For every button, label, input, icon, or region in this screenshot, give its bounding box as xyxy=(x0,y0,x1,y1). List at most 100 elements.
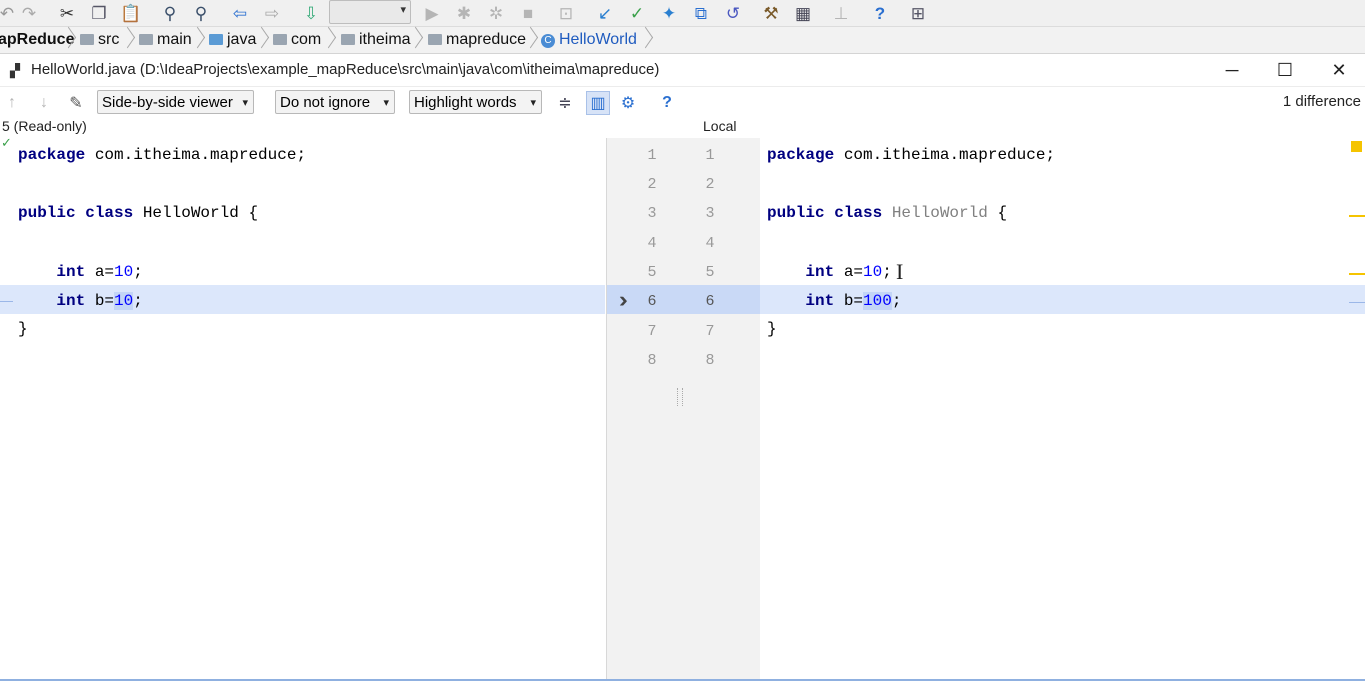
close-button[interactable]: ✕ xyxy=(1324,58,1354,82)
vcs-icon[interactable]: ⊡ xyxy=(555,2,577,24)
right-line-number: 7 xyxy=(705,323,715,340)
breadcrumb-separator xyxy=(641,27,651,53)
code-line: int a=10; xyxy=(805,263,892,281)
settings-gear-icon[interactable]: ⚙ xyxy=(618,93,638,113)
left-panel-title: 5 (Read-only) xyxy=(2,118,87,134)
maximize-button[interactable]: ☐ xyxy=(1270,58,1300,82)
code-line: public class HelloWorld { xyxy=(18,204,259,222)
code-line: package com.itheima.mapreduce; xyxy=(767,146,1056,164)
plugin-icon[interactable]: ⊞ xyxy=(907,2,929,24)
minimize-button[interactable]: ─ xyxy=(1217,58,1247,82)
chevron-down-icon: ▾ xyxy=(242,97,248,109)
breadcrumb-separator xyxy=(257,27,267,53)
right-line-number: 5 xyxy=(705,264,715,281)
code-line: package com.itheima.mapreduce; xyxy=(18,146,307,164)
project-structure-icon[interactable]: ▦ xyxy=(792,2,814,24)
chevron-down-icon: ▾ xyxy=(530,97,536,109)
diff-window-titlebar: ▞ HelloWorld.java (D:\IdeaProjects\examp… xyxy=(0,54,1365,87)
splitter-handle[interactable] xyxy=(677,388,683,406)
code-line: } xyxy=(18,320,28,338)
highlight-select[interactable]: Highlight words ▾ xyxy=(409,90,542,114)
breadcrumb-mapreduce[interactable]: mapreduce xyxy=(428,31,526,49)
scroll-marker[interactable] xyxy=(1351,141,1362,152)
forward-icon[interactable]: ⇨ xyxy=(261,2,283,24)
right-line-number: 2 xyxy=(705,176,715,193)
vcs-update-icon[interactable]: ↙ xyxy=(594,2,616,24)
left-line-number: 2 xyxy=(647,176,657,193)
code-line: } xyxy=(767,320,777,338)
folder-icon xyxy=(209,34,223,45)
folder-icon xyxy=(139,34,153,45)
breadcrumb-java[interactable]: java xyxy=(209,31,256,49)
breadcrumb-itheima[interactable]: itheima xyxy=(341,31,411,49)
diff-gutter: ›› 1 2 3 4 5 6 7 8 1 2 3 4 5 6 7 8 xyxy=(606,138,761,680)
scroll-marker[interactable] xyxy=(1349,215,1365,217)
help-icon[interactable]: ? xyxy=(869,2,891,24)
left-line-number: 3 xyxy=(647,205,657,222)
sdk-icon[interactable]: ⊥ xyxy=(830,2,852,24)
checkmark-icon: ✓ xyxy=(1,135,12,150)
viewer-select[interactable]: Side-by-side viewer ▾ xyxy=(97,90,254,114)
difference-count: 1 difference xyxy=(1282,93,1361,110)
right-line-number: 4 xyxy=(705,235,715,252)
breadcrumb-separator xyxy=(193,27,203,53)
breadcrumb-separator xyxy=(64,27,74,53)
breadcrumb-class[interactable]: C HelloWorld xyxy=(541,31,637,49)
collapse-unchanged-icon[interactable]: ≑ xyxy=(555,93,575,113)
breadcrumb-src[interactable]: src xyxy=(80,31,119,49)
rollback-icon[interactable]: ↺ xyxy=(722,2,744,24)
right-editor[interactable]: package com.itheima.mapreduce; public cl… xyxy=(760,138,1365,680)
scroll-marker[interactable] xyxy=(1349,273,1365,275)
left-line-number: 6 xyxy=(647,293,657,310)
vcs-commit-icon[interactable]: ✓ xyxy=(626,2,648,24)
folder-icon xyxy=(341,34,355,45)
right-panel-title: Local xyxy=(703,118,737,134)
stop-icon[interactable]: ■ xyxy=(517,2,539,24)
settings-icon[interactable]: ⚒ xyxy=(760,2,782,24)
run-config-select[interactable]: ▾ xyxy=(329,0,411,24)
folder-icon xyxy=(428,34,442,45)
right-line-number: 8 xyxy=(705,352,715,369)
breadcrumb-separator xyxy=(123,27,133,53)
code-line: public class HelloWorld { xyxy=(767,204,1008,222)
folder-icon xyxy=(80,34,94,45)
left-line-number: 1 xyxy=(647,147,657,164)
debug-icon[interactable]: ✱ xyxy=(453,2,475,24)
code-line: int a=10; xyxy=(56,263,143,281)
chevron-down-icon: ▾ xyxy=(383,97,389,109)
change-marker xyxy=(0,301,13,302)
history-icon[interactable]: ⧉ xyxy=(690,2,712,24)
code-line-changed: int b=100; xyxy=(805,292,902,310)
diff-window-icon: ▞ xyxy=(10,63,20,78)
left-editor[interactable]: ✓ package com.itheima.mapreduce; public … xyxy=(0,135,605,680)
compare-icon[interactable]: ✦ xyxy=(658,2,680,24)
breadcrumb-separator xyxy=(324,27,334,53)
build-icon[interactable]: ⇩ xyxy=(300,2,322,24)
find-icon[interactable]: ⚲ xyxy=(159,2,181,24)
left-line-number: 5 xyxy=(647,264,657,281)
paste-icon[interactable]: 📋 xyxy=(120,2,142,24)
coverage-icon[interactable]: ✲ xyxy=(485,2,507,24)
right-line-number: 6 xyxy=(705,293,715,310)
copy-icon[interactable]: ❐ xyxy=(88,2,110,24)
run-icon[interactable]: ▶ xyxy=(421,2,443,24)
breadcrumb: apReduce src main java com itheima mapre… xyxy=(0,27,1365,54)
cut-icon[interactable]: ✂ xyxy=(56,2,78,24)
right-line-number: 3 xyxy=(705,205,715,222)
breadcrumb-com[interactable]: com xyxy=(273,31,321,49)
breadcrumb-separator xyxy=(526,27,536,53)
replace-icon[interactable]: ⚲ xyxy=(190,2,212,24)
help-icon[interactable]: ? xyxy=(657,93,677,113)
next-difference-icon[interactable]: ↓ xyxy=(34,93,54,113)
breadcrumb-main[interactable]: main xyxy=(139,31,192,49)
folder-icon xyxy=(273,34,287,45)
redo-icon[interactable]: ↷ xyxy=(18,2,40,24)
left-line-number: 7 xyxy=(647,323,657,340)
sync-scroll-icon[interactable]: ▥ xyxy=(586,91,610,115)
back-icon[interactable]: ⇦ xyxy=(229,2,251,24)
previous-difference-icon[interactable]: ↑ xyxy=(2,93,22,113)
double-chevron-right-icon[interactable]: ›› xyxy=(619,285,627,314)
edit-source-icon[interactable]: ✎ xyxy=(66,93,86,113)
undo-icon[interactable]: ↶ xyxy=(0,2,18,24)
ignore-select[interactable]: Do not ignore ▾ xyxy=(275,90,395,114)
